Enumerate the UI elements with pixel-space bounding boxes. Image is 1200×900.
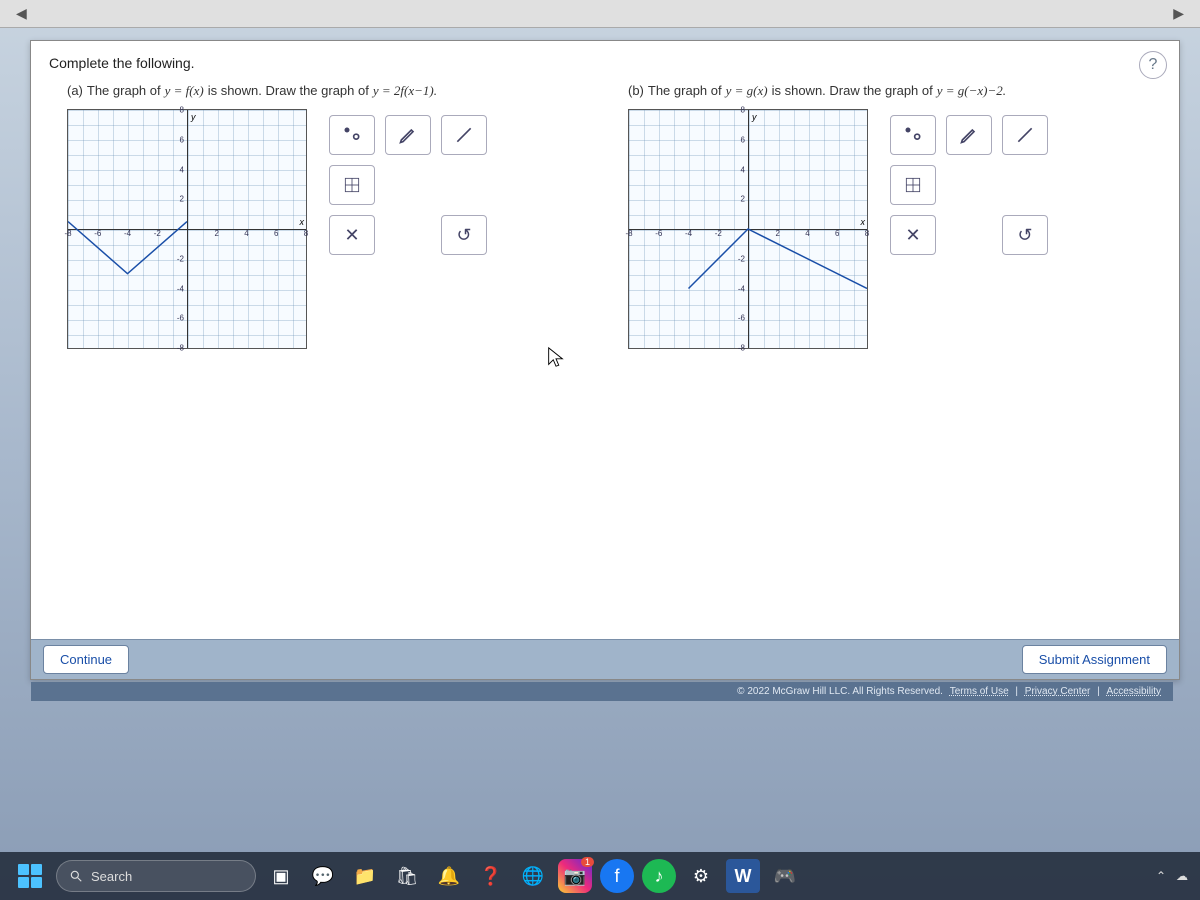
- part-b: (b) The graph of y = g(x) is shown. Draw…: [628, 83, 1159, 349]
- tick-x: -4: [124, 229, 131, 238]
- undo-button[interactable]: ↺: [1002, 215, 1048, 255]
- tick-x: -4: [685, 229, 692, 238]
- app-icon[interactable]: 🔔: [432, 859, 466, 893]
- word-icon[interactable]: W: [726, 859, 760, 893]
- pencil-tool[interactable]: [946, 115, 992, 155]
- part-a-prompt: (a) The graph of y = f(x) is shown. Draw…: [67, 83, 598, 99]
- tick-y: 4: [180, 165, 184, 174]
- tick-x: 8: [865, 229, 869, 238]
- tick-y: 8: [741, 106, 745, 115]
- tick-y: -8: [177, 344, 184, 353]
- taskbar: Search ▣ 💬 📁 🛍 🔔 ❓ 🌐 📷 f ♪ ⚙ W 🎮 ⌃ ☁: [0, 852, 1200, 900]
- tick-y: 6: [180, 135, 184, 144]
- tick-x: 2: [776, 229, 780, 238]
- tick-x: 6: [274, 229, 278, 238]
- task-view-icon[interactable]: ▣: [264, 859, 298, 893]
- tick-y: -6: [738, 314, 745, 323]
- continue-button[interactable]: Continue: [43, 645, 129, 674]
- submit-assignment-button[interactable]: Submit Assignment: [1022, 645, 1167, 674]
- tick-y: 2: [741, 195, 745, 204]
- fill-grid-tool[interactable]: [329, 165, 375, 205]
- prompt-text: is shown. Draw the graph of: [772, 83, 933, 99]
- start-button[interactable]: [12, 858, 48, 894]
- toolbox-b: ✕ ↺: [884, 109, 1054, 261]
- spotify-icon[interactable]: ♪: [642, 859, 676, 893]
- eq-given-b: y = g(x): [726, 83, 768, 99]
- tick-y: -4: [177, 284, 184, 293]
- graph-canvas-b[interactable]: y x -8 -6 -4 -2 2 4 6 8 8 6: [628, 109, 868, 349]
- tick-y: 6: [741, 135, 745, 144]
- tick-x: 4: [805, 229, 809, 238]
- undo-button[interactable]: ↺: [441, 215, 487, 255]
- eq-target-a: y = 2f(x−1).: [373, 83, 437, 99]
- part-b-label: (b): [628, 83, 644, 99]
- store-icon[interactable]: 🛍: [390, 859, 424, 893]
- tick-y: -2: [177, 254, 184, 263]
- tick-x: -8: [625, 229, 632, 238]
- tick-y: -4: [738, 284, 745, 293]
- search-icon: [69, 869, 83, 883]
- browser-icon[interactable]: 🌐: [516, 859, 550, 893]
- help-button[interactable]: ?: [1139, 51, 1167, 79]
- footer: © 2022 McGraw Hill LLC. All Rights Reser…: [31, 682, 1173, 701]
- prompt-text: is shown. Draw the graph of: [208, 83, 369, 99]
- tick-x: 8: [304, 229, 308, 238]
- tick-y: -6: [177, 314, 184, 323]
- eq-given-a: y = f(x): [165, 83, 204, 99]
- tick-x: -6: [94, 229, 101, 238]
- part-b-prompt: (b) The graph of y = g(x) is shown. Draw…: [628, 83, 1159, 99]
- tick-y: -8: [738, 344, 745, 353]
- instagram-icon[interactable]: 📷: [558, 859, 592, 893]
- segment-tool[interactable]: [441, 115, 487, 155]
- tick-x: 6: [835, 229, 839, 238]
- assignment-panel: ? Complete the following. (a) The graph …: [30, 40, 1180, 680]
- accessibility-link[interactable]: Accessibility: [1107, 686, 1161, 697]
- game-icon[interactable]: 🎮: [768, 859, 802, 893]
- part-a: (a) The graph of y = f(x) is shown. Draw…: [67, 83, 598, 349]
- prompt-text: The graph of: [648, 83, 722, 99]
- copyright-text: © 2022 McGraw Hill LLC. All Rights Reser…: [737, 686, 943, 697]
- chevron-up-icon[interactable]: ⌃: [1156, 869, 1166, 883]
- point-pair-tool[interactable]: [329, 115, 375, 155]
- prompt-text: The graph of: [87, 83, 161, 99]
- chat-icon[interactable]: 💬: [306, 859, 340, 893]
- browser-toolbar: ◀ ▶: [0, 0, 1200, 28]
- clear-button[interactable]: ✕: [890, 215, 936, 255]
- segment-tool[interactable]: [1002, 115, 1048, 155]
- eq-target-b: y = g(−x)−2.: [937, 83, 1006, 99]
- toolbox-a: ✕ ↺: [323, 109, 493, 261]
- cloud-icon[interactable]: ☁: [1176, 869, 1188, 883]
- tick-x: -2: [154, 229, 161, 238]
- settings-icon[interactable]: ⚙: [684, 859, 718, 893]
- tick-y: -2: [738, 254, 745, 263]
- help-app-icon[interactable]: ❓: [474, 859, 508, 893]
- privacy-link[interactable]: Privacy Center: [1025, 686, 1091, 697]
- tick-x: -6: [655, 229, 662, 238]
- tick-y: 4: [741, 165, 745, 174]
- facebook-icon[interactable]: f: [600, 859, 634, 893]
- taskbar-search[interactable]: Search: [56, 860, 256, 892]
- instruction-text: Complete the following.: [31, 41, 1179, 77]
- system-tray[interactable]: ⌃ ☁: [1156, 869, 1188, 883]
- assignment-bottom-bar: Continue Submit Assignment: [31, 639, 1179, 679]
- tick-x: 4: [244, 229, 248, 238]
- tick-y: 8: [180, 106, 184, 115]
- graph-canvas-a[interactable]: y x -8 -6 -4 -2 2 4 6 8 8 6: [67, 109, 307, 349]
- fill-grid-tool[interactable]: [890, 165, 936, 205]
- file-explorer-icon[interactable]: 📁: [348, 859, 382, 893]
- back-button[interactable]: ◀: [10, 5, 33, 22]
- forward-button[interactable]: ▶: [1167, 5, 1190, 22]
- search-placeholder: Search: [91, 869, 132, 884]
- point-pair-tool[interactable]: [890, 115, 936, 155]
- part-a-label: (a): [67, 83, 83, 99]
- tick-x: -2: [715, 229, 722, 238]
- tick-y: 2: [180, 195, 184, 204]
- clear-button[interactable]: ✕: [329, 215, 375, 255]
- pencil-tool[interactable]: [385, 115, 431, 155]
- tick-x: 2: [215, 229, 219, 238]
- tick-x: -8: [64, 229, 71, 238]
- terms-link[interactable]: Terms of Use: [950, 686, 1009, 697]
